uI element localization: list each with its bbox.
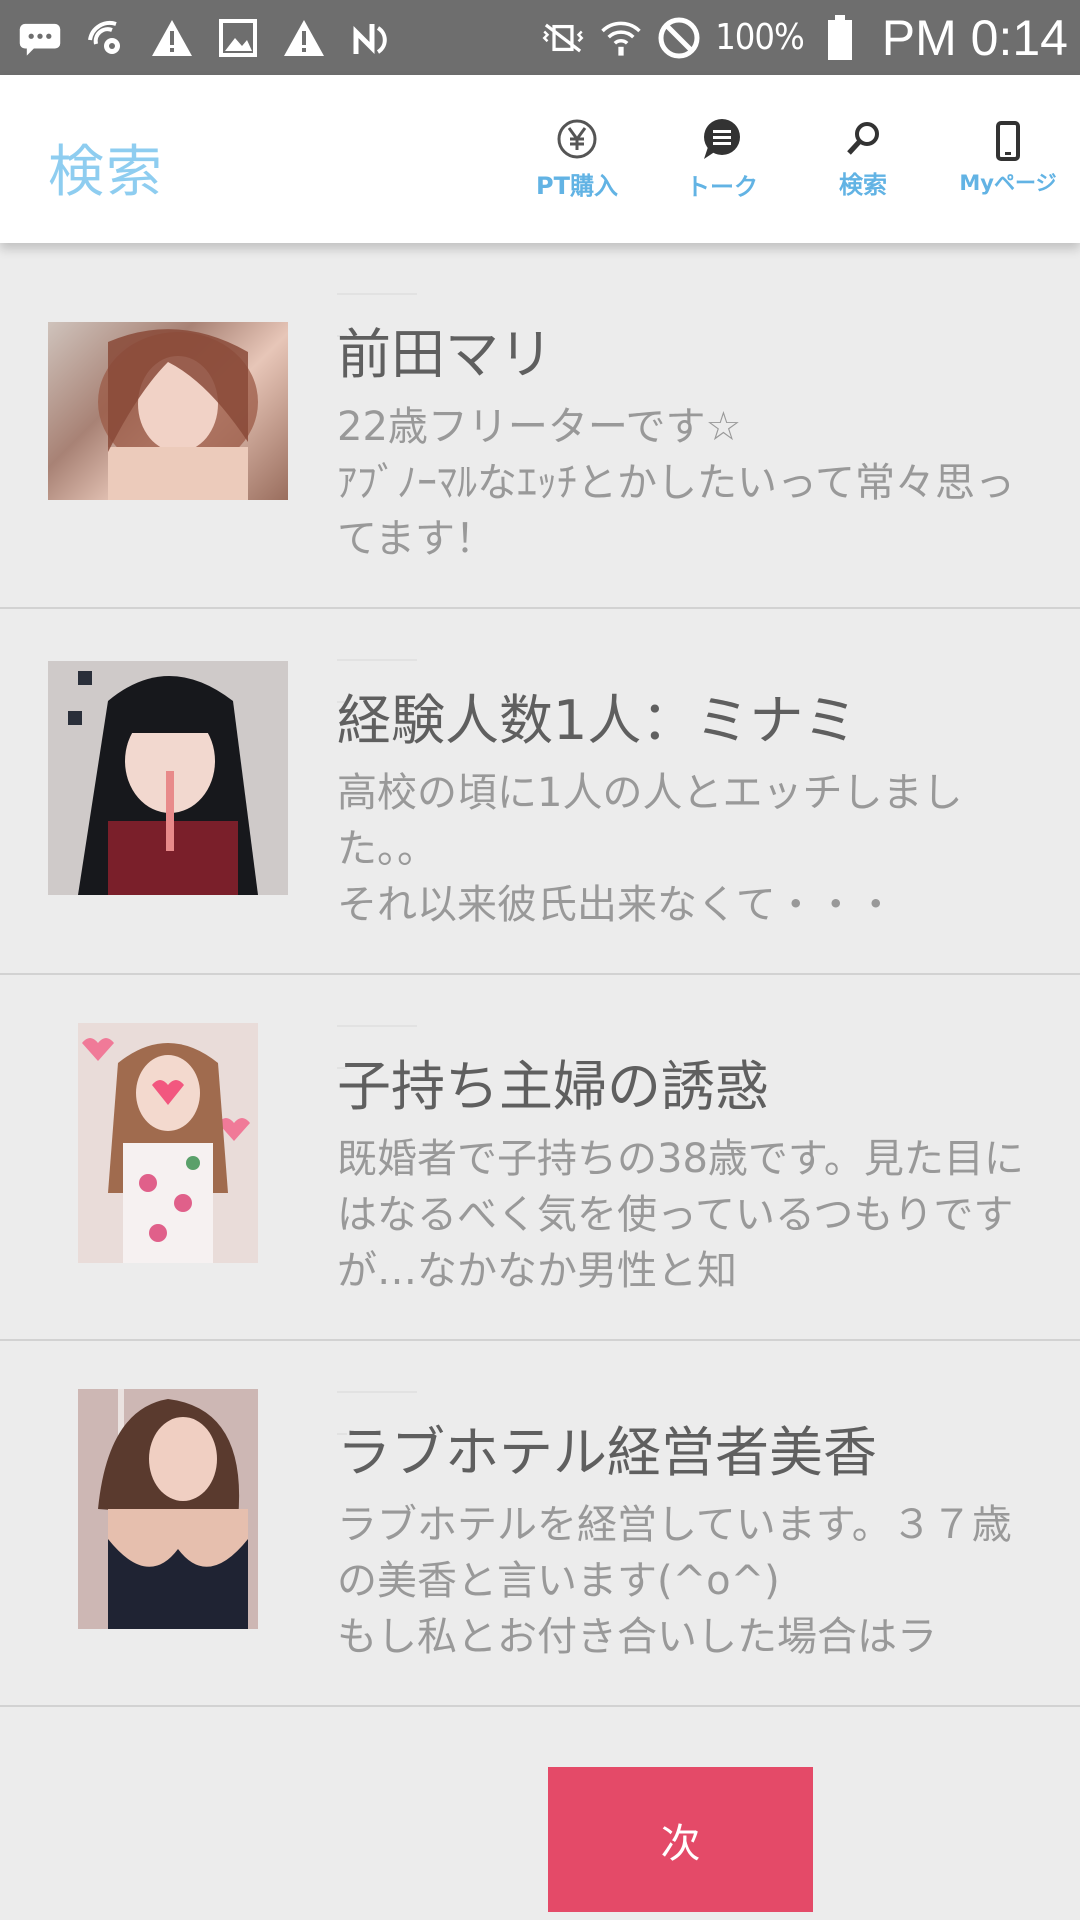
list-item[interactable]: 経験人数1人：ミナミ 高校の頃に1人の人とエッチしました。。 それ以来彼氏出来な… — [0, 609, 1080, 975]
nav-talk[interactable]: トーク — [670, 75, 774, 243]
battery-percent: 100% — [715, 17, 805, 58]
page-title: 検索 — [48, 140, 164, 205]
do-not-disturb-icon — [657, 16, 701, 60]
wifi-icon — [599, 16, 643, 60]
nav-search[interactable]: 検索 — [818, 75, 908, 243]
list-item[interactable]: 前田マリ 22歳フリーターです☆ ｱﾌﾞﾉｰﾏﾙなｴｯﾁとかしたいって常々思って… — [0, 243, 1080, 609]
battery-icon — [818, 14, 862, 60]
chat-bubble-icon — [18, 16, 62, 60]
nav-pt-purchase[interactable]: PT購入 — [532, 75, 622, 243]
nav-label: Myページ — [959, 171, 1057, 195]
profile-title: ラブホテル経営者美香 — [337, 1421, 877, 1484]
nav-label: トーク — [686, 172, 758, 201]
chat-icon — [700, 117, 744, 161]
profile-photo — [78, 1023, 258, 1263]
divider — [337, 659, 417, 661]
profile-description: 22歳フリーターです☆ ｱﾌﾞﾉｰﾏﾙなｴｯﾁとかしたいって常々思ってます！ — [337, 404, 1015, 562]
wifi-settings-icon — [84, 16, 128, 60]
nav-label: PT購入 — [536, 171, 618, 200]
divider — [337, 293, 417, 295]
nav-mypage[interactable]: Myページ — [958, 75, 1058, 243]
clock: PM 0:14 — [881, 9, 1068, 66]
profile-description: 既婚者で子持ちの38歳です。見た目にはなるべく気を使っているつもりですが…なかな… — [337, 1136, 1024, 1294]
phone-icon — [993, 121, 1023, 161]
profile-description: ラブホテルを経営しています。３７歳の美香と言います(^o^) もし私とお付き合い… — [337, 1502, 1012, 1660]
profile-photo — [78, 1389, 258, 1629]
status-bar: 100% PM 0:14 — [0, 0, 1080, 75]
profile-title: 経験人数1人：ミナミ — [337, 689, 858, 752]
divider — [337, 1391, 417, 1393]
list-item[interactable]: ラブホテル経営者美香 ラブホテルを経営しています。３７歳の美香と言います(^o^… — [0, 1341, 1080, 1707]
app-header: 検索 PT購入 トーク 検索 Myページ — [0, 75, 1080, 243]
profile-photo — [48, 661, 288, 895]
vibrate-mute-icon — [541, 16, 585, 60]
profile-list: 前田マリ 22歳フリーターです☆ ｱﾌﾞﾉｰﾏﾙなｴｯﾁとかしたいって常々思って… — [0, 243, 1080, 1707]
nfc-icon — [348, 16, 392, 60]
warning-icon — [282, 16, 326, 60]
yen-coin-icon — [556, 118, 598, 160]
next-button[interactable]: 次 — [548, 1767, 813, 1912]
profile-title: 前田マリ — [337, 323, 553, 386]
profile-description: 高校の頃に1人の人とエッチしました。。 それ以来彼氏出来なくて・・・ — [337, 770, 963, 928]
nav-label: 検索 — [839, 170, 887, 199]
warning-icon — [150, 16, 194, 60]
list-item[interactable]: 子持ち主婦の誘惑 既婚者で子持ちの38歳です。見た目にはなるべく気を使っているつ… — [0, 975, 1080, 1341]
image-icon — [216, 16, 260, 60]
magnifier-icon — [843, 119, 883, 159]
divider — [337, 1025, 417, 1027]
profile-title: 子持ち主婦の誘惑 — [337, 1055, 769, 1118]
profile-photo — [48, 322, 288, 500]
